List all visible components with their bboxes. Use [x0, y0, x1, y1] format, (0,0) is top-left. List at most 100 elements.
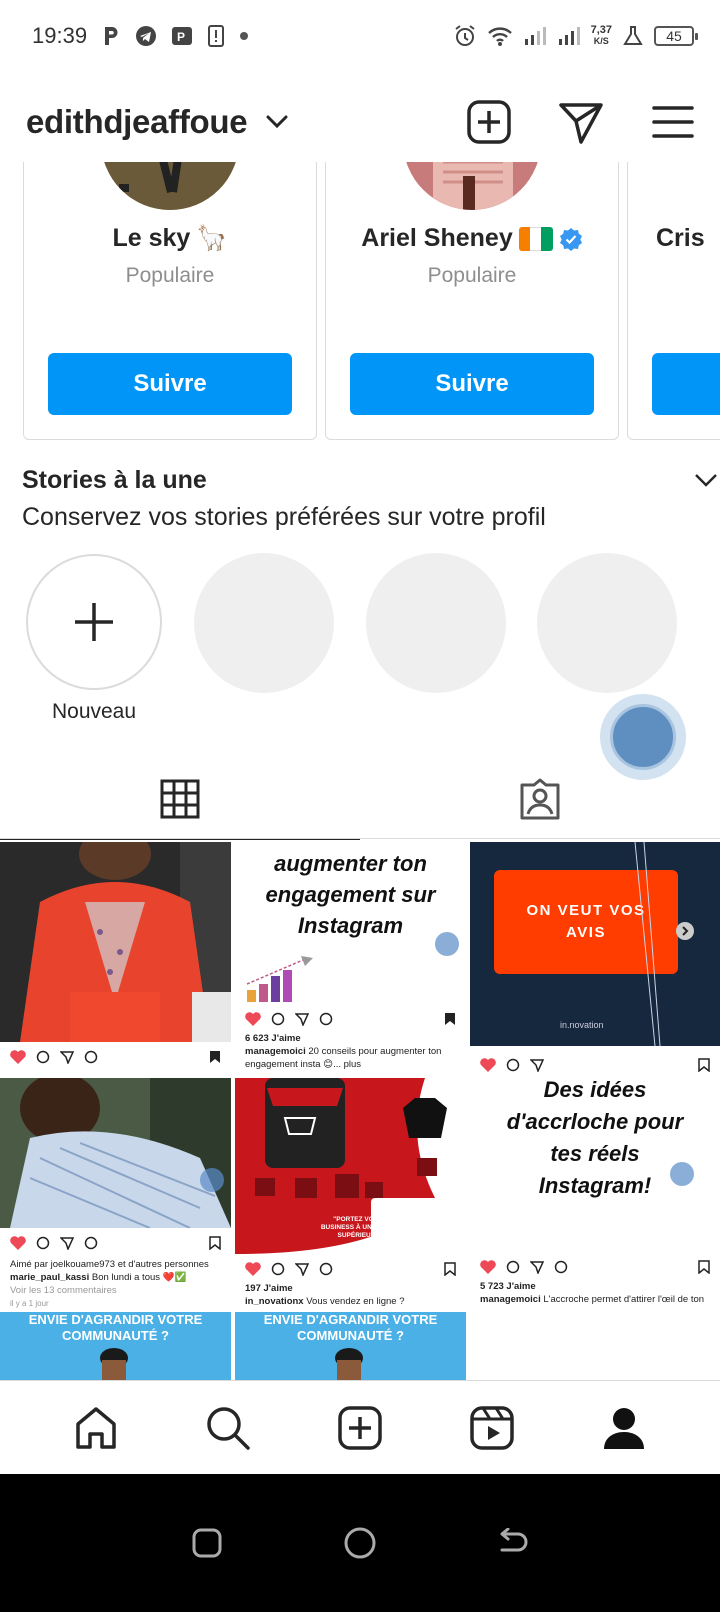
post-action-bar: [470, 1054, 720, 1076]
suggestion-name[interactable]: Cris: [628, 224, 720, 253]
share-icon: [60, 1051, 74, 1064]
new-highlight-button[interactable]: [26, 554, 162, 690]
divider: [0, 838, 720, 839]
post-action-bar: [235, 1008, 466, 1030]
nav-create[interactable]: [330, 1398, 390, 1458]
post-headline: augmenter ton engagement sur Instagram: [235, 848, 466, 941]
search-icon: [207, 1406, 250, 1450]
suggestion-card[interactable]: Le sky 🦙 Populaire Suivre: [23, 162, 317, 440]
suggestion-name[interactable]: Le sky 🦙: [24, 224, 316, 253]
sim-alert-icon: [207, 25, 225, 47]
menu-button[interactable]: [650, 99, 696, 145]
post-caption: 5 723 J'aime managemoici L'accroche perm…: [470, 1280, 720, 1306]
promo-text: "PORTEZ VOTRE BUSINESS À UNE ÉTAPE SUPÉR…: [305, 1216, 415, 1240]
avatar[interactable]: [403, 162, 541, 210]
post-action-bar: [470, 1256, 720, 1278]
net-speed: 7,37 K/S: [591, 25, 612, 47]
follow-button[interactable]: Suivre: [350, 353, 594, 415]
status-time: 19:39: [32, 23, 88, 48]
post-headline-line: Des idées: [543, 1077, 647, 1102]
bookmark-icon: [209, 1236, 221, 1250]
chevron-right-icon[interactable]: [676, 922, 694, 940]
direct-messages-button[interactable]: [558, 99, 604, 145]
bottom-navigation: [0, 1380, 720, 1474]
create-post-button[interactable]: [466, 99, 512, 145]
post-headline: ENVIE D'AGRANDIR VOTRE COMMUNAUTÉ ?: [235, 1312, 466, 1344]
share-icon: [295, 1263, 309, 1276]
share-icon: [60, 1237, 74, 1250]
bookmark-icon: [445, 1013, 455, 1025]
post-headline-line: engagement sur: [265, 882, 436, 907]
floating-dot: [200, 1168, 224, 1192]
heart-icon: [480, 1058, 496, 1072]
follow-button[interactable]: [652, 353, 720, 415]
heart-icon: [480, 1260, 496, 1274]
suggestion-card[interactable]: Ariel Sheney Populaire Suivre: [325, 162, 619, 440]
bar-growth-illustration: [246, 956, 313, 1002]
post-brand: in.novation: [560, 1020, 604, 1030]
nav-search[interactable]: [198, 1398, 258, 1458]
verified-badge-icon: [559, 227, 582, 251]
battery-indicator: 45: [654, 26, 698, 46]
comment-icon: [271, 1012, 285, 1026]
post-thumbnail[interactable]: ENVIE D'AGRANDIR VOTRE COMMUNAUTÉ ?: [0, 1312, 231, 1380]
net-speed-unit: K/S: [593, 36, 609, 46]
post-image: [0, 1078, 231, 1229]
promo-text-line: BUSINESS À UNE ÉTAPE: [320, 1224, 400, 1231]
post-thumbnail[interactable]: ON VEUT VOS AVIS in.novation: [470, 842, 720, 1046]
suggestion-name[interactable]: Ariel Sheney: [326, 224, 618, 253]
plus-icon: [75, 603, 113, 641]
bookmark-icon: [698, 1260, 710, 1274]
nav-reels[interactable]: [462, 1398, 522, 1458]
reels-icon: [470, 1405, 514, 1450]
post-headline-line: Instagram: [297, 913, 404, 938]
plus-square-icon: [467, 100, 511, 144]
suggested-accounts-carousel[interactable]: Le sky 🦙 Populaire Suivre Ariel Sheney P…: [0, 162, 720, 442]
ivory-coast-flag-icon: [518, 226, 553, 251]
publisher-icon: P: [171, 25, 193, 47]
comment-icon: [36, 1050, 50, 1064]
username[interactable]: edithdjeaffoue: [26, 103, 248, 141]
heart-icon: [245, 1012, 261, 1026]
recent-apps-button[interactable]: [177, 1513, 237, 1573]
nav-home[interactable]: [66, 1398, 126, 1458]
post-liked-by: Aimé par joelkouame973 et d'autres perso…: [10, 1259, 209, 1270]
home-system-button[interactable]: [330, 1513, 390, 1573]
post-caption-text: Bon lundi a tous ❤️✅: [91, 1272, 187, 1283]
alarm-icon: [453, 24, 477, 48]
highlight-placeholder: [366, 553, 506, 693]
nav-profile[interactable]: [594, 1398, 654, 1458]
avatar[interactable]: [101, 162, 239, 210]
wifi-icon: [487, 25, 513, 47]
chevron-down-icon[interactable]: [265, 114, 289, 130]
post-headline-line: COMMUNAUTÉ ?: [297, 1328, 404, 1343]
post-thumbnail[interactable]: [0, 842, 231, 1074]
hamburger-menu-icon: [652, 106, 694, 138]
post-thumbnail[interactable]: augmenter ton engagement sur Instagram 6…: [235, 842, 466, 1074]
tab-posts-grid[interactable]: [0, 760, 360, 840]
post-action-bar: [235, 1258, 466, 1280]
back-button[interactable]: [483, 1513, 543, 1573]
post-caption-text: Vous vendez en ligne ?: [306, 1296, 405, 1307]
follow-button[interactable]: Suivre: [48, 353, 292, 415]
post-thumbnail[interactable]: Aimé par joelkouame973 et d'autres perso…: [0, 1078, 231, 1310]
tab-tagged[interactable]: [360, 760, 720, 838]
post-caption-text: L'accroche permet d'attirer l'œil de ton: [543, 1294, 705, 1305]
chevron-down-icon[interactable]: [694, 472, 718, 493]
post-thumbnail[interactable]: "PORTEZ VOTRE BUSINESS À UNE ÉTAPE SUPÉR…: [235, 1078, 466, 1310]
post-thumbnail[interactable]: ENVIE D'AGRANDIR VOTRE COMMUNAUTÉ ?: [235, 1312, 466, 1380]
post-headline-line: COMMUNAUTÉ ?: [62, 1328, 169, 1343]
post-headline-line: ENVIE D'AGRANDIR VOTRE: [28, 1312, 203, 1327]
post-comments-link: Voir les 13 commentaires: [10, 1285, 117, 1296]
parking-icon: [101, 25, 121, 47]
heart-icon: [10, 1236, 26, 1250]
highlights-section: Stories à la une Conservez vos stories p…: [22, 466, 717, 532]
post-image: [335, 1348, 363, 1380]
post-caption: 197 J'aime in_novationx Vous vendez en l…: [235, 1282, 466, 1308]
plus-square-icon: [338, 1405, 382, 1450]
share-icon: [530, 1059, 544, 1072]
post-caption: 6 623 J'aime managemoici 20 conseils pou…: [235, 1032, 466, 1071]
post-time: il y a 1 jour: [10, 1299, 49, 1308]
suggestion-card[interactable]: Cris: [627, 162, 720, 440]
system-navigation-bar: [0, 1474, 720, 1612]
